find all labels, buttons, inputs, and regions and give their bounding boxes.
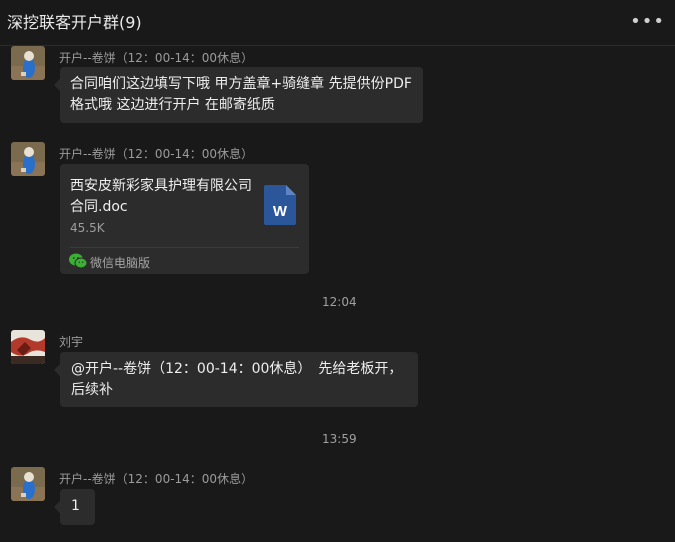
file-source-label: 微信电脑版 <box>90 256 151 270</box>
message-bubble[interactable]: 1 <box>54 489 95 525</box>
more-dots-icon[interactable]: ••• <box>630 11 665 32</box>
timestamp: 12:04 <box>322 295 357 309</box>
chat-title: 深挖联客开户群(9) <box>7 13 142 32</box>
chat-header: 深挖联客开户群(9) ••• <box>0 0 675 46</box>
message-text-line: 格式哦 这边进行开户 在邮寄纸质 <box>70 97 275 113</box>
sender-name: 开户--卷饼（12：00-14：00休息） <box>59 51 254 65</box>
wechat-icon <box>69 253 88 269</box>
avatar[interactable] <box>11 330 45 364</box>
file-message-card[interactable]: 西安皮新彩家具护理有限公司 合同.doc 45.5K W 微信电脑版 <box>60 164 309 274</box>
file-name: 西安皮新彩家具护理有限公司 合同.doc <box>70 176 255 218</box>
file-name-line: 西安皮新彩家具护理有限公司 <box>70 178 252 194</box>
message-bubble[interactable]: @开户--卷饼（12：00-14：00休息） 先给老板开， 后续补 <box>54 352 418 407</box>
avatar[interactable] <box>11 46 45 80</box>
avatar[interactable] <box>11 142 45 176</box>
message-text-line: 1 <box>71 498 80 514</box>
file-name-line: 合同.doc <box>70 199 128 215</box>
message-text-line: 后续补 <box>71 382 113 398</box>
word-doc-letter: W <box>273 203 288 220</box>
sender-name: 刘宇 <box>59 335 84 349</box>
word-doc-icon: W <box>264 185 296 225</box>
avatar[interactable] <box>11 467 45 501</box>
sender-name: 开户--卷饼（12：00-14：00休息） <box>59 147 254 161</box>
message-text-line: 合同咱们这边填写下哦 甲方盖章+骑缝章 先提供份PDF <box>70 76 412 92</box>
timestamp: 13:59 <box>322 432 357 446</box>
sender-name: 开户--卷饼（12：00-14：00休息） <box>59 472 254 486</box>
divider <box>70 247 299 248</box>
file-size: 45.5K <box>70 221 105 235</box>
message-text-line: @开户--卷饼（12：00-14：00休息） 先给老板开， <box>71 361 403 377</box>
message-bubble[interactable]: 合同咱们这边填写下哦 甲方盖章+骑缝章 先提供份PDF 格式哦 这边进行开户 在… <box>54 67 423 123</box>
